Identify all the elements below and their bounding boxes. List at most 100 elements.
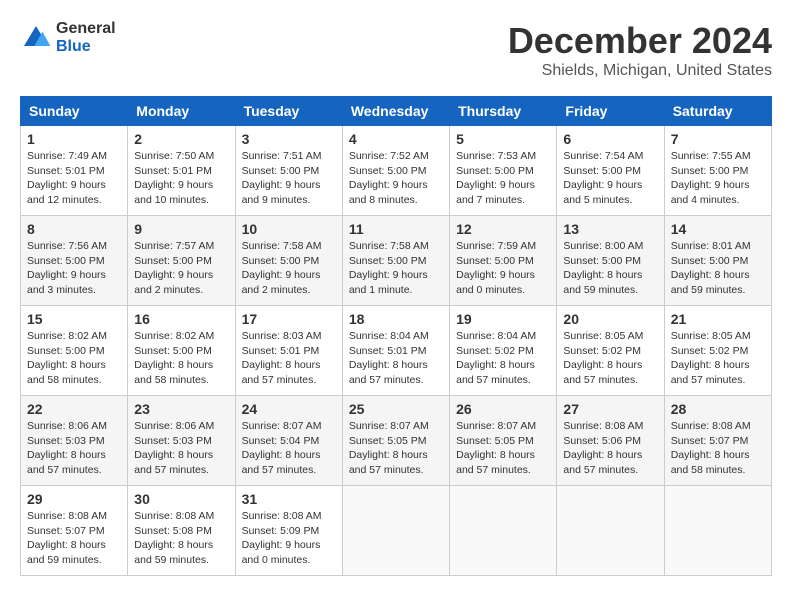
- cell-content: Sunrise: 8:08 AM Sunset: 5:07 PM Dayligh…: [671, 419, 765, 478]
- cell-content: Sunrise: 8:06 AM Sunset: 5:03 PM Dayligh…: [134, 419, 228, 478]
- calendar-cell: 25 Sunrise: 8:07 AM Sunset: 5:05 PM Dayl…: [342, 396, 449, 486]
- calendar-cell: 15 Sunrise: 8:02 AM Sunset: 5:00 PM Dayl…: [21, 306, 128, 396]
- calendar-cell: 1 Sunrise: 7:49 AM Sunset: 5:01 PM Dayli…: [21, 126, 128, 216]
- calendar-cell: [664, 486, 771, 576]
- day-number: 14: [671, 221, 765, 237]
- day-number: 11: [349, 221, 443, 237]
- day-number: 30: [134, 491, 228, 507]
- logo-general-text: General: [56, 20, 116, 38]
- calendar-cell: 30 Sunrise: 8:08 AM Sunset: 5:08 PM Dayl…: [128, 486, 235, 576]
- cell-content: Sunrise: 8:08 AM Sunset: 5:08 PM Dayligh…: [134, 509, 228, 568]
- day-number: 15: [27, 311, 121, 327]
- cell-content: Sunrise: 8:08 AM Sunset: 5:07 PM Dayligh…: [27, 509, 121, 568]
- cell-content: Sunrise: 7:52 AM Sunset: 5:00 PM Dayligh…: [349, 149, 443, 208]
- cell-content: Sunrise: 8:04 AM Sunset: 5:02 PM Dayligh…: [456, 329, 550, 388]
- calendar-cell: 2 Sunrise: 7:50 AM Sunset: 5:01 PM Dayli…: [128, 126, 235, 216]
- day-number: 23: [134, 401, 228, 417]
- calendar-cell: 20 Sunrise: 8:05 AM Sunset: 5:02 PM Dayl…: [557, 306, 664, 396]
- calendar-day-header: Saturday: [664, 97, 771, 126]
- cell-content: Sunrise: 7:58 AM Sunset: 5:00 PM Dayligh…: [349, 239, 443, 298]
- day-number: 26: [456, 401, 550, 417]
- day-number: 1: [27, 131, 121, 147]
- calendar-cell: 3 Sunrise: 7:51 AM Sunset: 5:00 PM Dayli…: [235, 126, 342, 216]
- day-number: 6: [563, 131, 657, 147]
- cell-content: Sunrise: 8:06 AM Sunset: 5:03 PM Dayligh…: [27, 419, 121, 478]
- subtitle: Shields, Michigan, United States: [508, 62, 772, 80]
- cell-content: Sunrise: 8:04 AM Sunset: 5:01 PM Dayligh…: [349, 329, 443, 388]
- day-number: 28: [671, 401, 765, 417]
- calendar-cell: 26 Sunrise: 8:07 AM Sunset: 5:05 PM Dayl…: [450, 396, 557, 486]
- calendar-cell: 14 Sunrise: 8:01 AM Sunset: 5:00 PM Dayl…: [664, 216, 771, 306]
- cell-content: Sunrise: 8:05 AM Sunset: 5:02 PM Dayligh…: [671, 329, 765, 388]
- calendar-cell: 9 Sunrise: 7:57 AM Sunset: 5:00 PM Dayli…: [128, 216, 235, 306]
- cell-content: Sunrise: 8:02 AM Sunset: 5:00 PM Dayligh…: [27, 329, 121, 388]
- calendar-cell: 28 Sunrise: 8:08 AM Sunset: 5:07 PM Dayl…: [664, 396, 771, 486]
- cell-content: Sunrise: 8:03 AM Sunset: 5:01 PM Dayligh…: [242, 329, 336, 388]
- header: General Blue December 2024 Shields, Mich…: [20, 20, 772, 80]
- day-number: 27: [563, 401, 657, 417]
- calendar-body: 1 Sunrise: 7:49 AM Sunset: 5:01 PM Dayli…: [21, 126, 772, 576]
- cell-content: Sunrise: 8:07 AM Sunset: 5:05 PM Dayligh…: [456, 419, 550, 478]
- day-number: 2: [134, 131, 228, 147]
- main-title: December 2024: [508, 20, 772, 62]
- day-number: 16: [134, 311, 228, 327]
- logo-icon: [20, 22, 52, 54]
- calendar-day-header: Wednesday: [342, 97, 449, 126]
- day-number: 7: [671, 131, 765, 147]
- day-number: 22: [27, 401, 121, 417]
- calendar-cell: 17 Sunrise: 8:03 AM Sunset: 5:01 PM Dayl…: [235, 306, 342, 396]
- calendar-cell: 16 Sunrise: 8:02 AM Sunset: 5:00 PM Dayl…: [128, 306, 235, 396]
- calendar-cell: [342, 486, 449, 576]
- day-number: 9: [134, 221, 228, 237]
- calendar-cell: 13 Sunrise: 8:00 AM Sunset: 5:00 PM Dayl…: [557, 216, 664, 306]
- cell-content: Sunrise: 8:07 AM Sunset: 5:04 PM Dayligh…: [242, 419, 336, 478]
- calendar-day-header: Thursday: [450, 97, 557, 126]
- calendar-cell: 18 Sunrise: 8:04 AM Sunset: 5:01 PM Dayl…: [342, 306, 449, 396]
- calendar-cell: 11 Sunrise: 7:58 AM Sunset: 5:00 PM Dayl…: [342, 216, 449, 306]
- calendar-day-header: Friday: [557, 97, 664, 126]
- calendar-cell: 24 Sunrise: 8:07 AM Sunset: 5:04 PM Dayl…: [235, 396, 342, 486]
- cell-content: Sunrise: 7:51 AM Sunset: 5:00 PM Dayligh…: [242, 149, 336, 208]
- calendar-header-row: SundayMondayTuesdayWednesdayThursdayFrid…: [21, 97, 772, 126]
- day-number: 21: [671, 311, 765, 327]
- logo-blue-text: Blue: [56, 38, 116, 56]
- calendar-week-row: 1 Sunrise: 7:49 AM Sunset: 5:01 PM Dayli…: [21, 126, 772, 216]
- logo-text: General Blue: [56, 20, 116, 55]
- cell-content: Sunrise: 8:08 AM Sunset: 5:06 PM Dayligh…: [563, 419, 657, 478]
- calendar-cell: 12 Sunrise: 7:59 AM Sunset: 5:00 PM Dayl…: [450, 216, 557, 306]
- day-number: 5: [456, 131, 550, 147]
- day-number: 24: [242, 401, 336, 417]
- calendar-cell: 22 Sunrise: 8:06 AM Sunset: 5:03 PM Dayl…: [21, 396, 128, 486]
- calendar-cell: 5 Sunrise: 7:53 AM Sunset: 5:00 PM Dayli…: [450, 126, 557, 216]
- cell-content: Sunrise: 7:57 AM Sunset: 5:00 PM Dayligh…: [134, 239, 228, 298]
- cell-content: Sunrise: 8:02 AM Sunset: 5:00 PM Dayligh…: [134, 329, 228, 388]
- calendar-cell: 21 Sunrise: 8:05 AM Sunset: 5:02 PM Dayl…: [664, 306, 771, 396]
- calendar-cell: 6 Sunrise: 7:54 AM Sunset: 5:00 PM Dayli…: [557, 126, 664, 216]
- day-number: 20: [563, 311, 657, 327]
- cell-content: Sunrise: 7:54 AM Sunset: 5:00 PM Dayligh…: [563, 149, 657, 208]
- day-number: 19: [456, 311, 550, 327]
- cell-content: Sunrise: 8:08 AM Sunset: 5:09 PM Dayligh…: [242, 509, 336, 568]
- calendar-cell: 27 Sunrise: 8:08 AM Sunset: 5:06 PM Dayl…: [557, 396, 664, 486]
- day-number: 12: [456, 221, 550, 237]
- cell-content: Sunrise: 7:56 AM Sunset: 5:00 PM Dayligh…: [27, 239, 121, 298]
- calendar-week-row: 15 Sunrise: 8:02 AM Sunset: 5:00 PM Dayl…: [21, 306, 772, 396]
- calendar-cell: 31 Sunrise: 8:08 AM Sunset: 5:09 PM Dayl…: [235, 486, 342, 576]
- cell-content: Sunrise: 7:53 AM Sunset: 5:00 PM Dayligh…: [456, 149, 550, 208]
- cell-content: Sunrise: 7:59 AM Sunset: 5:00 PM Dayligh…: [456, 239, 550, 298]
- cell-content: Sunrise: 7:55 AM Sunset: 5:00 PM Dayligh…: [671, 149, 765, 208]
- calendar-cell: 29 Sunrise: 8:08 AM Sunset: 5:07 PM Dayl…: [21, 486, 128, 576]
- day-number: 3: [242, 131, 336, 147]
- calendar-cell: 19 Sunrise: 8:04 AM Sunset: 5:02 PM Dayl…: [450, 306, 557, 396]
- calendar-day-header: Tuesday: [235, 97, 342, 126]
- calendar-cell: 10 Sunrise: 7:58 AM Sunset: 5:00 PM Dayl…: [235, 216, 342, 306]
- calendar-day-header: Sunday: [21, 97, 128, 126]
- day-number: 8: [27, 221, 121, 237]
- calendar-cell: 4 Sunrise: 7:52 AM Sunset: 5:00 PM Dayli…: [342, 126, 449, 216]
- day-number: 13: [563, 221, 657, 237]
- logo: General Blue: [20, 20, 116, 55]
- calendar-day-header: Monday: [128, 97, 235, 126]
- cell-content: Sunrise: 8:00 AM Sunset: 5:00 PM Dayligh…: [563, 239, 657, 298]
- calendar-cell: 23 Sunrise: 8:06 AM Sunset: 5:03 PM Dayl…: [128, 396, 235, 486]
- calendar-cell: 8 Sunrise: 7:56 AM Sunset: 5:00 PM Dayli…: [21, 216, 128, 306]
